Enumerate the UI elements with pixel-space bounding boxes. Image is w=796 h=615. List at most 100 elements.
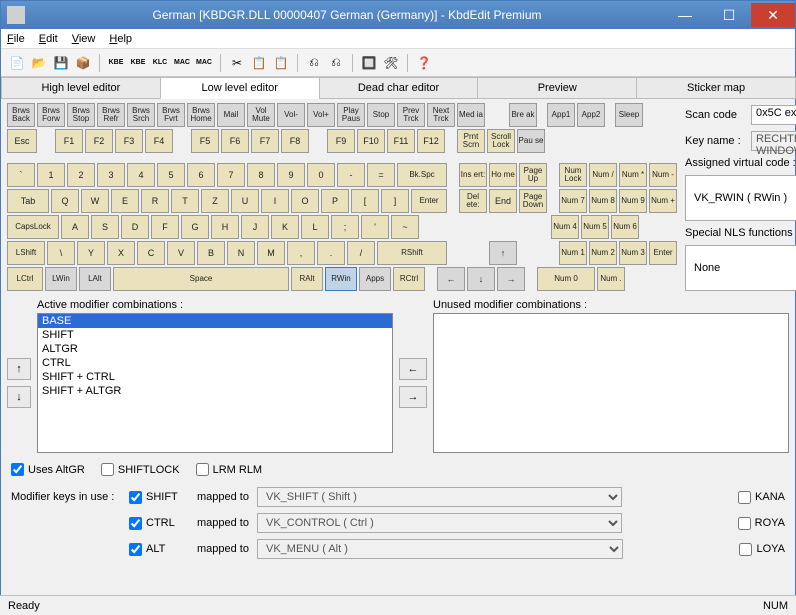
key-num-9[interactable]: Num 9 — [619, 189, 647, 213]
key-lctrl[interactable]: LCtrl — [7, 267, 43, 291]
key-brws-stop[interactable]: Brws Stop — [67, 103, 95, 127]
key-p[interactable]: P — [321, 189, 349, 213]
toolbar-button-0[interactable]: 📄 — [7, 53, 27, 73]
key-vol-[interactable]: Vol- — [277, 103, 305, 127]
key-play-paus[interactable]: Play Paus — [337, 103, 365, 127]
key-f1[interactable]: F1 — [55, 129, 83, 153]
nls-select[interactable]: None — [685, 245, 796, 291]
close-button[interactable]: ✕ — [751, 3, 795, 27]
tab-sticker-map[interactable]: Sticker map — [636, 77, 796, 99]
key-num-2[interactable]: Num 2 — [589, 241, 617, 265]
key-b[interactable]: B — [197, 241, 225, 265]
key-j[interactable]: J — [241, 215, 269, 239]
mod-ctrl-map-select[interactable]: VK_CONTROL ( Ctrl ) — [257, 513, 622, 533]
key-capslock[interactable]: CapsLock — [7, 215, 59, 239]
key-bk-spc[interactable]: Bk.Spc — [397, 163, 447, 187]
key-apps[interactable]: Apps — [359, 267, 391, 291]
key-t[interactable]: T — [171, 189, 199, 213]
key-y[interactable]: Y — [77, 241, 105, 265]
key-next-trck[interactable]: Next Trck — [427, 103, 455, 127]
key-o[interactable]: O — [291, 189, 319, 213]
key-k[interactable]: K — [271, 215, 299, 239]
key-rctrl[interactable]: RCtrl — [393, 267, 425, 291]
mod-roya-check[interactable]: ROYA — [738, 517, 785, 530]
key-sleep[interactable]: Sleep — [615, 103, 643, 127]
key-num-[interactable]: Num + — [649, 189, 677, 213]
key-3[interactable]: 3 — [97, 163, 125, 187]
key--[interactable]: , — [287, 241, 315, 265]
key-ralt[interactable]: RAlt — [291, 267, 323, 291]
key-f4[interactable]: F4 — [145, 129, 173, 153]
key-vol-[interactable]: Vol+ — [307, 103, 335, 127]
key-5[interactable]: 5 — [157, 163, 185, 187]
key--[interactable]: / — [347, 241, 375, 265]
key-f7[interactable]: F7 — [251, 129, 279, 153]
key-page-up[interactable]: Page Up — [519, 163, 547, 187]
key-v[interactable]: V — [167, 241, 195, 265]
key-tab[interactable]: Tab — [7, 189, 49, 213]
toolbar-button-18[interactable]: 🔲 — [359, 53, 379, 73]
mod-shift-check[interactable]: SHIFT — [129, 491, 189, 504]
key-num-4[interactable]: Num 4 — [551, 215, 579, 239]
key-6[interactable]: 6 — [187, 163, 215, 187]
key-esc[interactable]: Esc — [7, 129, 37, 153]
toolbar-button-9[interactable]: MAC — [194, 53, 214, 73]
key-f5[interactable]: F5 — [191, 129, 219, 153]
key-num-0[interactable]: Num 0 — [537, 267, 595, 291]
key-9[interactable]: 9 — [277, 163, 305, 187]
key-f3[interactable]: F3 — [115, 129, 143, 153]
key-pau-se[interactable]: Pau se — [517, 129, 545, 153]
mod-loya-check[interactable]: LOYA — [739, 543, 785, 556]
list-item[interactable]: BASE — [38, 314, 392, 328]
key-vol-mute[interactable]: Vol Mute — [247, 103, 275, 127]
assigned-virtual-code-select[interactable]: VK_RWIN ( RWin ) — [685, 175, 796, 221]
key-a[interactable]: A — [61, 215, 89, 239]
menu-help[interactable]: Help — [109, 33, 132, 45]
toolbar-button-6[interactable]: KBE — [128, 53, 148, 73]
key-z[interactable]: Z — [201, 189, 229, 213]
key-f8[interactable]: F8 — [281, 129, 309, 153]
key-brws-refr[interactable]: Brws Refr — [97, 103, 125, 127]
key--[interactable]: - — [337, 163, 365, 187]
key-app1[interactable]: App1 — [547, 103, 575, 127]
toolbar-button-12[interactable]: 📋 — [249, 53, 269, 73]
tab-dead-char-editor[interactable]: Dead char editor — [319, 77, 479, 99]
key-enter[interactable]: Enter — [411, 189, 447, 213]
key-ins-ert-[interactable]: Ins ert: — [459, 163, 487, 187]
mod-ctrl-check[interactable]: CTRL — [129, 517, 189, 530]
key-num-7[interactable]: Num 7 — [559, 189, 587, 213]
move-right-button[interactable]: → — [399, 386, 427, 408]
move-down-button[interactable]: ↓ — [7, 386, 31, 408]
toolbar-button-1[interactable]: 📂 — [29, 53, 49, 73]
key-q[interactable]: Q — [51, 189, 79, 213]
mod-shift-map-select[interactable]: VK_SHIFT ( Shift ) — [257, 487, 622, 507]
uses-altgr-check[interactable]: Uses AltGR — [11, 463, 85, 476]
toolbar-button-3[interactable]: 📦 — [73, 53, 93, 73]
toolbar-button-21[interactable]: ❓ — [414, 53, 434, 73]
toolbar-button-15[interactable]: ⎌ — [304, 53, 324, 73]
key-c[interactable]: C — [137, 241, 165, 265]
toolbar-button-16[interactable]: ⎌ — [326, 53, 346, 73]
menu-view[interactable]: View — [72, 33, 96, 45]
toolbar-button-8[interactable]: MAC — [172, 53, 192, 73]
key-right-arrow[interactable]: → — [497, 267, 525, 291]
move-left-button[interactable]: ← — [399, 358, 427, 380]
key-brws-home[interactable]: Brws Home — [187, 103, 215, 127]
key-lwin[interactable]: LWin — [45, 267, 77, 291]
key-f[interactable]: F — [151, 215, 179, 239]
key-mail[interactable]: Mail — [217, 103, 245, 127]
key-4[interactable]: 4 — [127, 163, 155, 187]
key-rwin[interactable]: RWin — [325, 267, 357, 291]
key-s[interactable]: S — [91, 215, 119, 239]
key-2[interactable]: 2 — [67, 163, 95, 187]
key-num-[interactable]: Num . — [597, 267, 625, 291]
key-f6[interactable]: F6 — [221, 129, 249, 153]
key-num-1[interactable]: Num 1 — [559, 241, 587, 265]
toolbar-button-7[interactable]: KLC — [150, 53, 170, 73]
key-med-ia[interactable]: Med ia — [457, 103, 485, 127]
key-num-[interactable]: Num - — [649, 163, 677, 187]
key-g[interactable]: G — [181, 215, 209, 239]
key--[interactable]: ; — [331, 215, 359, 239]
key-f10[interactable]: F10 — [357, 129, 385, 153]
key-i[interactable]: I — [261, 189, 289, 213]
